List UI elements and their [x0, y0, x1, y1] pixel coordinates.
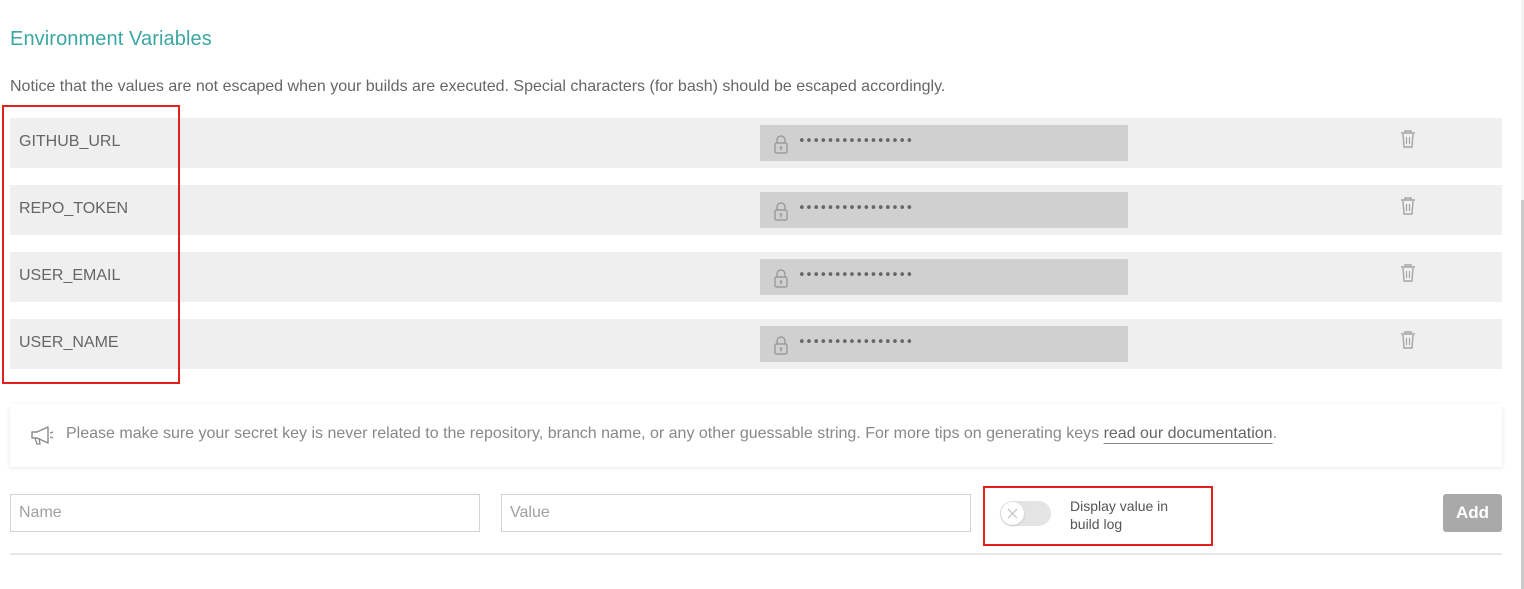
trash-icon[interactable]	[1399, 263, 1417, 283]
megaphone-icon	[31, 426, 54, 445]
documentation-link[interactable]: read our documentation	[1104, 425, 1273, 442]
lock-icon	[774, 202, 788, 221]
add-button[interactable]: Add	[1443, 494, 1502, 532]
form-divider	[10, 553, 1502, 555]
env-variable-row: REPO_TOKEN ••••••••••••••••	[10, 185, 1502, 235]
env-variable-value: ••••••••••••••••	[760, 326, 1128, 362]
env-variable-name: USER_NAME	[19, 334, 119, 351]
lock-icon	[774, 135, 788, 154]
tip-text: Please make sure your secret key is neve…	[66, 425, 1277, 443]
trash-icon[interactable]	[1399, 330, 1417, 350]
env-variable-name: USER_EMAIL	[19, 267, 121, 284]
name-input[interactable]	[10, 494, 480, 532]
lock-icon	[774, 336, 788, 355]
env-variable-name: REPO_TOKEN	[19, 200, 129, 217]
env-variable-value: ••••••••••••••••	[760, 259, 1128, 295]
env-variable-value: ••••••••••••••••	[760, 125, 1128, 161]
env-variable-name: GITHUB_URL	[19, 133, 121, 150]
tip-suffix: .	[1272, 425, 1278, 442]
env-variable-value: ••••••••••••••••	[760, 192, 1128, 228]
trash-icon[interactable]	[1399, 129, 1417, 149]
masked-value: ••••••••••••••••	[798, 134, 913, 149]
env-variable-row: USER_EMAIL ••••••••••••••••	[10, 252, 1502, 302]
value-input[interactable]	[501, 494, 971, 532]
display-value-toggle[interactable]	[1000, 501, 1051, 526]
section-title: Environment Variables	[10, 28, 212, 50]
masked-value: ••••••••••••••••	[798, 268, 913, 283]
escape-notice: Notice that the values are not escaped w…	[10, 78, 946, 95]
masked-value: ••••••••••••••••	[798, 335, 913, 350]
close-icon	[1007, 508, 1018, 519]
env-variable-row: USER_NAME ••••••••••••••••	[10, 319, 1502, 369]
trash-icon[interactable]	[1399, 196, 1417, 216]
toggle-knob	[1001, 502, 1024, 525]
lock-icon	[774, 269, 788, 288]
security-tip: Please make sure your secret key is neve…	[10, 404, 1502, 467]
display-value-label: Display value in build log	[1070, 498, 1169, 532]
env-variable-row: GITHUB_URL ••••••••••••••••	[10, 118, 1502, 168]
tip-message: Please make sure your secret key is neve…	[66, 425, 1104, 442]
masked-value: ••••••••••••••••	[798, 201, 913, 216]
